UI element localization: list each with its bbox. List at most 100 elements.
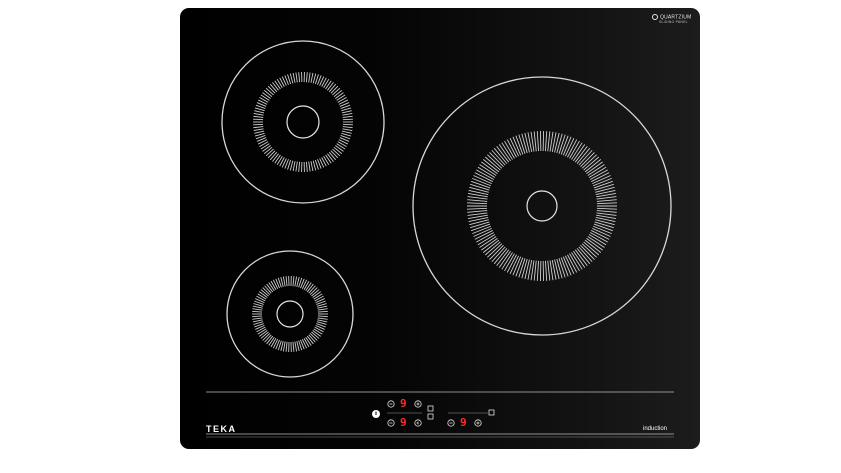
lock-icon[interactable]: [427, 413, 434, 420]
zone-tick: [556, 258, 563, 279]
zone-tick: [298, 161, 301, 172]
zone-tick: [545, 260, 548, 281]
zone-tick: [257, 328, 267, 335]
zone-tick: [264, 90, 273, 98]
zone-tick: [536, 260, 539, 281]
zone-tick: [533, 131, 537, 152]
zone-tick: [267, 150, 276, 159]
plus-icon[interactable]: [414, 400, 422, 408]
quartzium-ring-icon: [652, 14, 658, 20]
zone-tick: [489, 152, 504, 168]
zone-tick: [594, 183, 614, 191]
zone-tick: [270, 280, 277, 290]
zone-tick: [336, 94, 346, 101]
zone-select-icon[interactable]: [488, 409, 495, 416]
quartzium-tagline: SLIDING PANEL: [659, 20, 688, 25]
zone-tick: [254, 132, 265, 137]
zone-tick: [294, 276, 298, 287]
zone-tick: [547, 131, 551, 152]
zone-tick: [482, 239, 500, 253]
zone-tick: [484, 156, 501, 171]
zone-tick: [257, 293, 267, 300]
control-panel[interactable]: [372, 400, 495, 427]
zone-tick: [266, 283, 274, 293]
minus-icon[interactable]: [447, 419, 455, 427]
induction-label: induction: [643, 426, 668, 432]
zone-tick: [332, 87, 341, 96]
zone-tick: [581, 154, 597, 169]
zone-tick: [467, 207, 488, 210]
zone-tick: [467, 196, 488, 200]
zone-tick: [260, 143, 270, 150]
zone-tick: [533, 260, 537, 281]
zone-tick: [269, 151, 278, 161]
zone-tick: [274, 80, 281, 90]
minus-icon[interactable]: [387, 419, 395, 427]
zone-tick: [252, 310, 263, 313]
zone-tick: [268, 282, 275, 292]
zone-tick: [254, 130, 265, 134]
zone-tick: [467, 210, 488, 213]
zone-top-left: [221, 40, 385, 204]
zone-tick: [580, 244, 595, 260]
zone-tick: [265, 87, 274, 96]
zone-tick: [487, 243, 503, 258]
teka-logo: TEKA: [206, 424, 237, 434]
zone-tick: [335, 145, 344, 152]
plus-icon[interactable]: [414, 419, 422, 427]
plus-icon[interactable]: [474, 419, 482, 427]
zone-tick: [583, 241, 600, 256]
zone-tick: [292, 72, 296, 83]
zone-tick: [470, 221, 490, 229]
zone-tick: [521, 133, 528, 154]
zone-tick: [310, 161, 314, 172]
zone-tick: [584, 159, 602, 173]
zone-tick: [596, 210, 617, 213]
zone-tick: [265, 148, 274, 157]
zone-tick: [342, 123, 353, 126]
zone-tick: [487, 154, 503, 169]
zone-tick: [578, 246, 593, 263]
zone-tick: [325, 154, 332, 164]
zone-tick: [270, 338, 277, 348]
zone-tick: [327, 82, 334, 91]
zone-tick: [256, 295, 266, 302]
zone-tick: [306, 283, 314, 293]
zone-tick: [282, 341, 286, 352]
zone-tick: [330, 150, 339, 159]
power-icon[interactable]: [372, 410, 380, 418]
zone-tick: [312, 160, 317, 171]
zone-tick: [264, 146, 273, 154]
zone-tick: [258, 330, 268, 337]
zone-tick: [342, 115, 353, 118]
zone-tick: [489, 244, 504, 260]
timer-icon[interactable]: [427, 405, 434, 412]
zone-tick: [317, 317, 328, 320]
display-right: 9: [460, 416, 467, 429]
zone-tick: [317, 305, 328, 309]
zone-tick: [289, 73, 294, 84]
zone-tick: [521, 258, 528, 279]
zone-tick: [262, 145, 271, 152]
zone-tick: [305, 72, 308, 83]
zone-tick: [336, 143, 346, 150]
zone-tick: [294, 341, 298, 352]
zone-tick: [578, 149, 593, 166]
zone-tick: [317, 310, 328, 313]
zone-tick: [470, 183, 490, 191]
zone-tick: [584, 239, 602, 253]
zone-tick: [303, 280, 310, 290]
zone-tick: [274, 154, 281, 164]
minus-icon[interactable]: [387, 400, 395, 408]
zone-tick: [282, 276, 286, 287]
zone-tick: [266, 335, 274, 345]
zone-tick: [581, 243, 597, 258]
zone-tick: [303, 338, 310, 348]
zone-tick: [330, 85, 339, 94]
zone-tick: [493, 147, 508, 164]
zone-tick: [335, 92, 344, 99]
zone-tick: [484, 241, 501, 256]
zone-tick: [332, 148, 341, 157]
zone-tick: [596, 196, 617, 200]
zone-tick: [317, 315, 328, 318]
